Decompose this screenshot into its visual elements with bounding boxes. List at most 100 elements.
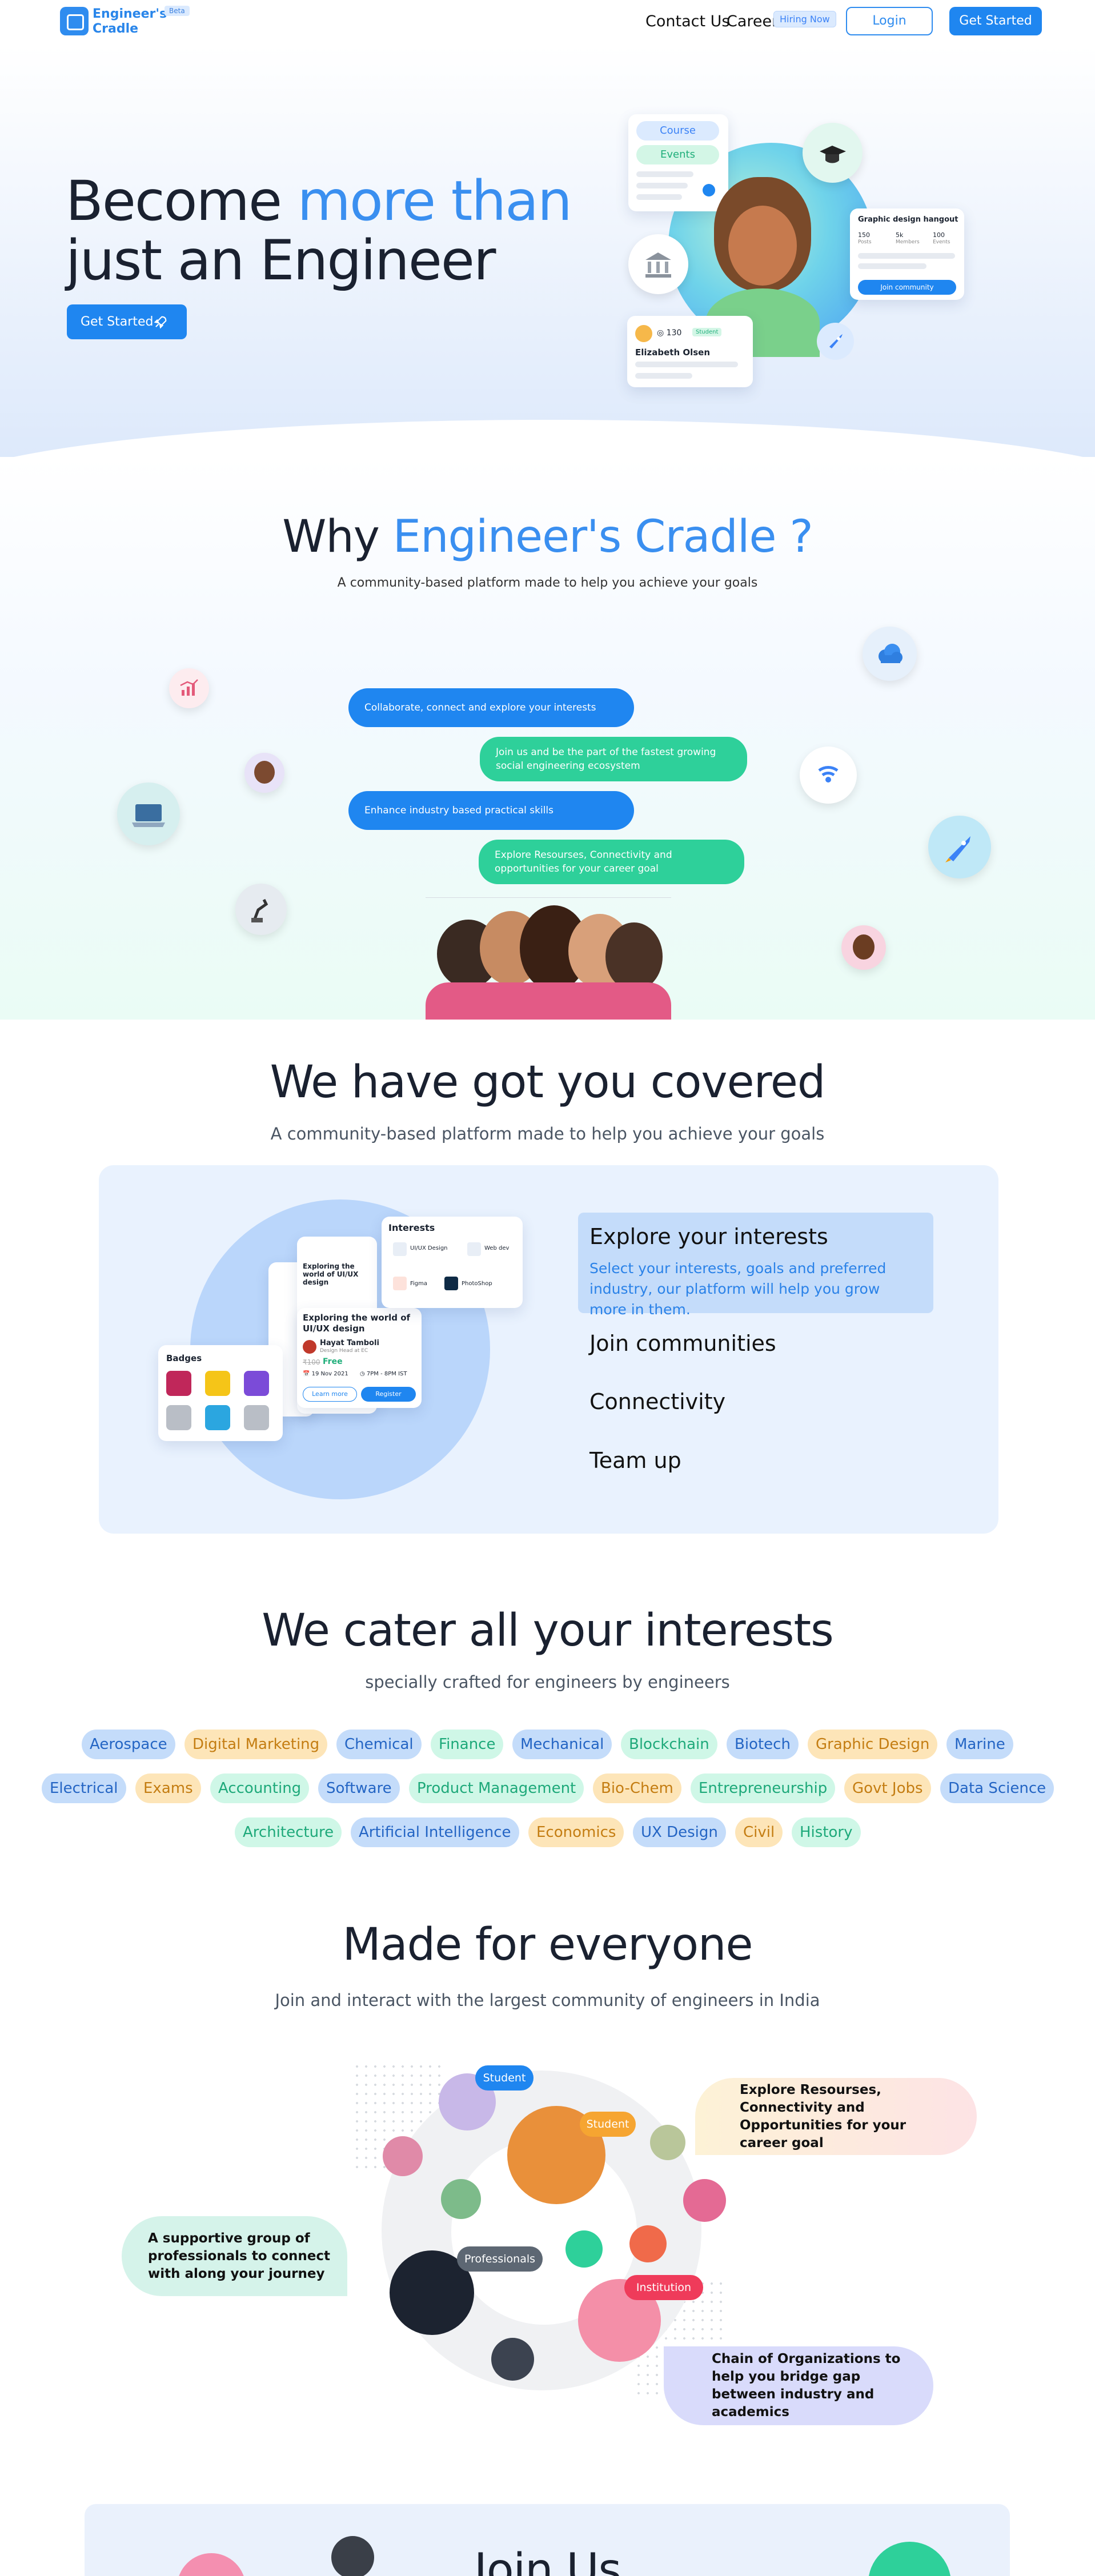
- tab-connectivity[interactable]: Connectivity: [589, 1389, 725, 1414]
- speaker-avatar: [303, 1340, 316, 1354]
- robot-arm-icon: [235, 884, 287, 935]
- profile-student-badge: Student: [692, 328, 722, 336]
- profile-name: Elizabeth Olsen: [635, 347, 711, 358]
- interest-tag[interactable]: Product Management: [409, 1773, 584, 1803]
- learn-more-button[interactable]: Learn more: [303, 1387, 357, 1402]
- interest-tag[interactable]: Aerospace: [82, 1730, 175, 1759]
- contact-us-link[interactable]: Contact Us: [645, 13, 729, 30]
- rocket-floating-icon: [928, 816, 991, 878]
- covered-title: We have got you covered: [270, 1057, 826, 1108]
- growth-chart-icon: [169, 668, 209, 708]
- member-avatar-2: [441, 2179, 481, 2219]
- logo-line1: Engineer's: [93, 7, 167, 21]
- stat-posts-label: Posts: [858, 239, 872, 245]
- hero-character-face: [728, 206, 797, 286]
- member-avatar-5: [565, 2230, 603, 2268]
- interest-tag[interactable]: Digital Marketing: [184, 1730, 328, 1759]
- event-date: 📅 19 Nov 2021: [303, 1371, 348, 1377]
- student-label-2: Student: [580, 2112, 636, 2137]
- stat-events-label: Events: [933, 239, 950, 245]
- rocket-icon: [154, 316, 167, 329]
- webdev-icon: [467, 1242, 481, 1256]
- interest-tag[interactable]: Entrepreneurship: [691, 1773, 836, 1803]
- join-avatar-1: [331, 2536, 374, 2576]
- photoshop-icon: [444, 1277, 458, 1290]
- student-label-1: Student: [475, 2065, 534, 2091]
- interest-tag[interactable]: Biotech: [727, 1730, 799, 1759]
- course-events-card: Course Events: [628, 114, 728, 211]
- uiux-icon: [393, 1242, 407, 1256]
- badges-card: Badges: [158, 1345, 283, 1441]
- logo-text[interactable]: Engineer's Cradle: [93, 7, 167, 37]
- hero-title: Become more than just an Engineer: [66, 169, 572, 290]
- profile-card: ◎ 130 Student Elizabeth Olsen: [627, 316, 753, 387]
- interest-tag[interactable]: Bio-Chem: [593, 1773, 681, 1803]
- badge-6-icon: [244, 1405, 269, 1430]
- interests-card-title: Interests: [388, 1222, 435, 1233]
- member-avatar-6: [629, 2225, 667, 2262]
- cloud-icon: [863, 627, 917, 681]
- interest-tag[interactable]: Finance: [431, 1730, 504, 1759]
- member-avatar-7: [491, 2338, 534, 2381]
- interest-tag[interactable]: Civil: [735, 1817, 783, 1847]
- career-link[interactable]: Career: [727, 13, 778, 30]
- page: Engineer's Cradle Beta Contact Us Career…: [0, 0, 1095, 2576]
- hero-title-highlight: more than: [297, 169, 572, 233]
- login-button[interactable]: Login: [846, 7, 933, 35]
- avatar-floating-2: [841, 925, 886, 970]
- stat-members-value: 5k: [896, 231, 904, 239]
- quote-resources: Explore Resourses, Connectivity and Oppo…: [695, 2078, 977, 2155]
- header-get-started-button[interactable]: Get Started: [949, 7, 1042, 35]
- hero-get-started-button[interactable]: Get Started: [67, 304, 187, 339]
- interest-tag[interactable]: Exams: [135, 1773, 201, 1803]
- quote-organizations: Chain of Organizations to help you bridg…: [664, 2346, 933, 2425]
- interest-tag[interactable]: UX Design: [633, 1817, 726, 1847]
- interest-tag[interactable]: History: [792, 1817, 861, 1847]
- stat-posts-value: 150: [858, 231, 870, 239]
- interest-tag[interactable]: Artificial Intelligence: [351, 1817, 519, 1847]
- covered-subtitle: A community-based platform made to help …: [270, 1124, 825, 1143]
- badge-2-icon: [205, 1371, 230, 1396]
- speaker-role: Design Head at EC: [320, 1348, 368, 1354]
- join-community-button[interactable]: Join community: [858, 280, 956, 295]
- interest-tag[interactable]: Chemical: [336, 1730, 422, 1759]
- community-group-illustration: [426, 902, 671, 1020]
- stat-events-value: 100: [933, 231, 945, 239]
- interest-tag[interactable]: Data Science: [940, 1773, 1054, 1803]
- speaker-name: Hayat Tamboli: [320, 1339, 379, 1347]
- interest-tag[interactable]: Blockchain: [621, 1730, 717, 1759]
- graphic-card-title: Graphic design hangout: [858, 215, 958, 224]
- interests-title: We cater all your interests: [262, 1605, 833, 1656]
- member-avatar-4: [683, 2179, 726, 2222]
- interest-tag[interactable]: Marine: [946, 1730, 1013, 1759]
- interest-tag[interactable]: Mechanical: [512, 1730, 612, 1759]
- events-pill: Events: [636, 145, 719, 164]
- member-avatar-1: [383, 2136, 423, 2176]
- tab-join-communities[interactable]: Join communities: [589, 1331, 776, 1356]
- badges-title: Badges: [166, 1353, 202, 1363]
- badge-4-icon: [166, 1405, 191, 1430]
- interest-tag[interactable]: Graphic Design: [808, 1730, 938, 1759]
- interest-tag[interactable]: Govt Jobs: [844, 1773, 931, 1803]
- interest-tag[interactable]: Electrical: [42, 1773, 126, 1803]
- everyone-subtitle: Join and interact with the largest commu…: [275, 1991, 820, 2010]
- hiring-now-badge: Hiring Now: [773, 11, 836, 27]
- interest-tag[interactable]: Architecture: [235, 1817, 342, 1847]
- profile-avatar: [635, 325, 652, 342]
- interests-subtitle: specially crafted for engineers by engin…: [365, 1672, 730, 1692]
- everyone-title: Made for everyone: [342, 1919, 753, 1971]
- why-bubble-enhance: Enhance industry based practical skills: [348, 791, 634, 830]
- interest-tag[interactable]: Accounting: [210, 1773, 310, 1803]
- tab-team-up[interactable]: Team up: [589, 1448, 681, 1473]
- small-rocket-icon: [817, 323, 854, 360]
- avatar-floating-1: [244, 753, 284, 793]
- logo-icon[interactable]: [60, 7, 89, 35]
- hero-cta-label: Get Started: [81, 315, 154, 329]
- badge-1-icon: [166, 1371, 191, 1396]
- interest-figma: Figma: [410, 1281, 428, 1287]
- interest-tag[interactable]: Software: [318, 1773, 400, 1803]
- register-button[interactable]: Register: [361, 1387, 416, 1402]
- why-title-highlight: Engineer's Cradle ?: [392, 511, 813, 563]
- interest-tag[interactable]: Economics: [528, 1817, 624, 1847]
- wifi-icon: [800, 747, 857, 804]
